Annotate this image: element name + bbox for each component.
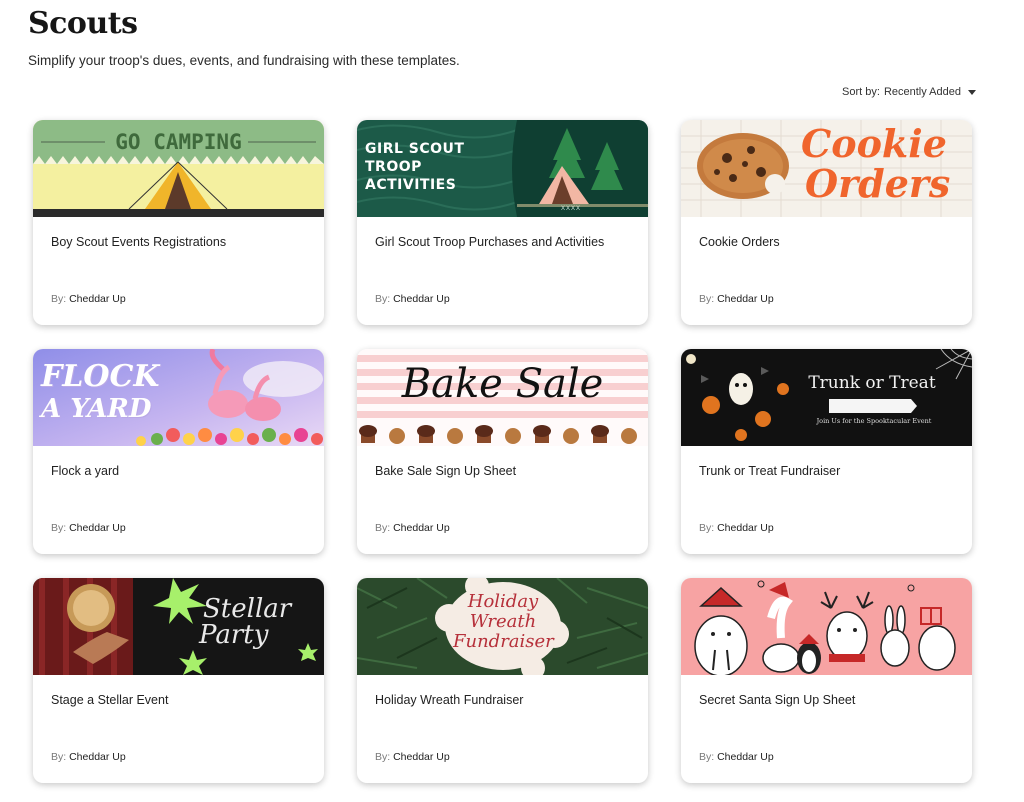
- card-title: Secret Santa Sign Up Sheet: [699, 693, 856, 707]
- template-card[interactable]: Secret Santa Sign Up Sheet By: Cheddar U…: [681, 578, 972, 783]
- card-title: Flock a yard: [51, 464, 120, 478]
- template-card[interactable]: Bake Sale Bake Sale Sign Up Sheet By: Ch…: [357, 349, 648, 554]
- card-banner-image: Holiday Wreath Fundraiser: [357, 578, 648, 675]
- page-subtitle: Simplify your troop's dues, events, and …: [28, 53, 460, 68]
- banner-small-text: XXXX: [561, 206, 582, 212]
- card-author: By: Cheddar Up: [375, 522, 450, 534]
- banner-text: Bake Sale: [401, 361, 604, 407]
- card-author: By: Cheddar Up: [51, 751, 126, 763]
- card-author: By: Cheddar Up: [375, 751, 450, 763]
- sort-dropdown[interactable]: Sort by: Recently Added: [842, 86, 976, 98]
- card-banner-image: GIRL SCOUT TROOP ACTIVITIES XXXX: [357, 120, 648, 217]
- card-title: Trunk or Treat Fundraiser: [699, 464, 841, 478]
- banner-text: GO CAMPING: [115, 130, 242, 154]
- banner-text: Holiday Wreath Fundraiser: [453, 591, 554, 652]
- card-banner-image: Stellar Party: [33, 578, 324, 675]
- banner-text: FLOCK A YARD: [41, 359, 160, 425]
- sort-label: Sort by:: [842, 86, 880, 98]
- card-title: Bake Sale Sign Up Sheet: [375, 464, 517, 478]
- card-banner-image: Cookie Orders: [681, 120, 972, 217]
- template-card[interactable]: GO CAMPING Boy Scout Events Registration…: [33, 120, 324, 325]
- card-title: Holiday Wreath Fundraiser: [375, 693, 524, 707]
- template-card[interactable]: Trunk or Treat Join Us for the Spooktacu…: [681, 349, 972, 554]
- banner-text: Stellar Party: [199, 594, 292, 650]
- card-author: By: Cheddar Up: [375, 293, 450, 305]
- page-title: Scouts: [28, 6, 138, 41]
- card-banner-image: FLOCK A YARD: [33, 349, 324, 446]
- card-author: By: Cheddar Up: [51, 522, 126, 534]
- card-banner-image: Bake Sale: [357, 349, 648, 446]
- template-card[interactable]: FLOCK A YARD Flock a yard By: Cheddar Up: [33, 349, 324, 554]
- card-banner-image: GO CAMPING: [33, 120, 324, 217]
- template-card[interactable]: Stellar Party Stage a Stellar Event By: …: [33, 578, 324, 783]
- banner-text: Trunk or Treat: [808, 373, 936, 393]
- banner-subtext: Join Us for the Spooktacular Event: [816, 417, 932, 425]
- banner-text: Cookie Orders: [801, 121, 951, 206]
- card-title: Stage a Stellar Event: [51, 693, 169, 707]
- card-title: Girl Scout Troop Purchases and Activitie…: [375, 235, 605, 249]
- card-title: Cookie Orders: [699, 235, 780, 249]
- template-grid: GO CAMPING Boy Scout Events Registration…: [33, 120, 973, 783]
- card-author: By: Cheddar Up: [699, 751, 774, 763]
- card-author: By: Cheddar Up: [51, 293, 126, 305]
- sort-value: Recently Added: [883, 86, 961, 98]
- card-title: Boy Scout Events Registrations: [51, 235, 227, 249]
- template-card[interactable]: Holiday Wreath Fundraiser Holiday Wreath…: [357, 578, 648, 783]
- card-banner-image: Trunk or Treat Join Us for the Spooktacu…: [681, 349, 972, 446]
- card-author: By: Cheddar Up: [699, 522, 774, 534]
- template-card[interactable]: GIRL SCOUT TROOP ACTIVITIES XXXX Girl Sc…: [357, 120, 648, 325]
- banner-text: GIRL SCOUT TROOP ACTIVITIES: [365, 141, 465, 193]
- card-banner-image: [681, 578, 972, 675]
- card-author: By: Cheddar Up: [699, 293, 774, 305]
- chevron-down-icon: [968, 89, 976, 95]
- template-card[interactable]: Cookie Orders Cookie Orders By: Cheddar …: [681, 120, 972, 325]
